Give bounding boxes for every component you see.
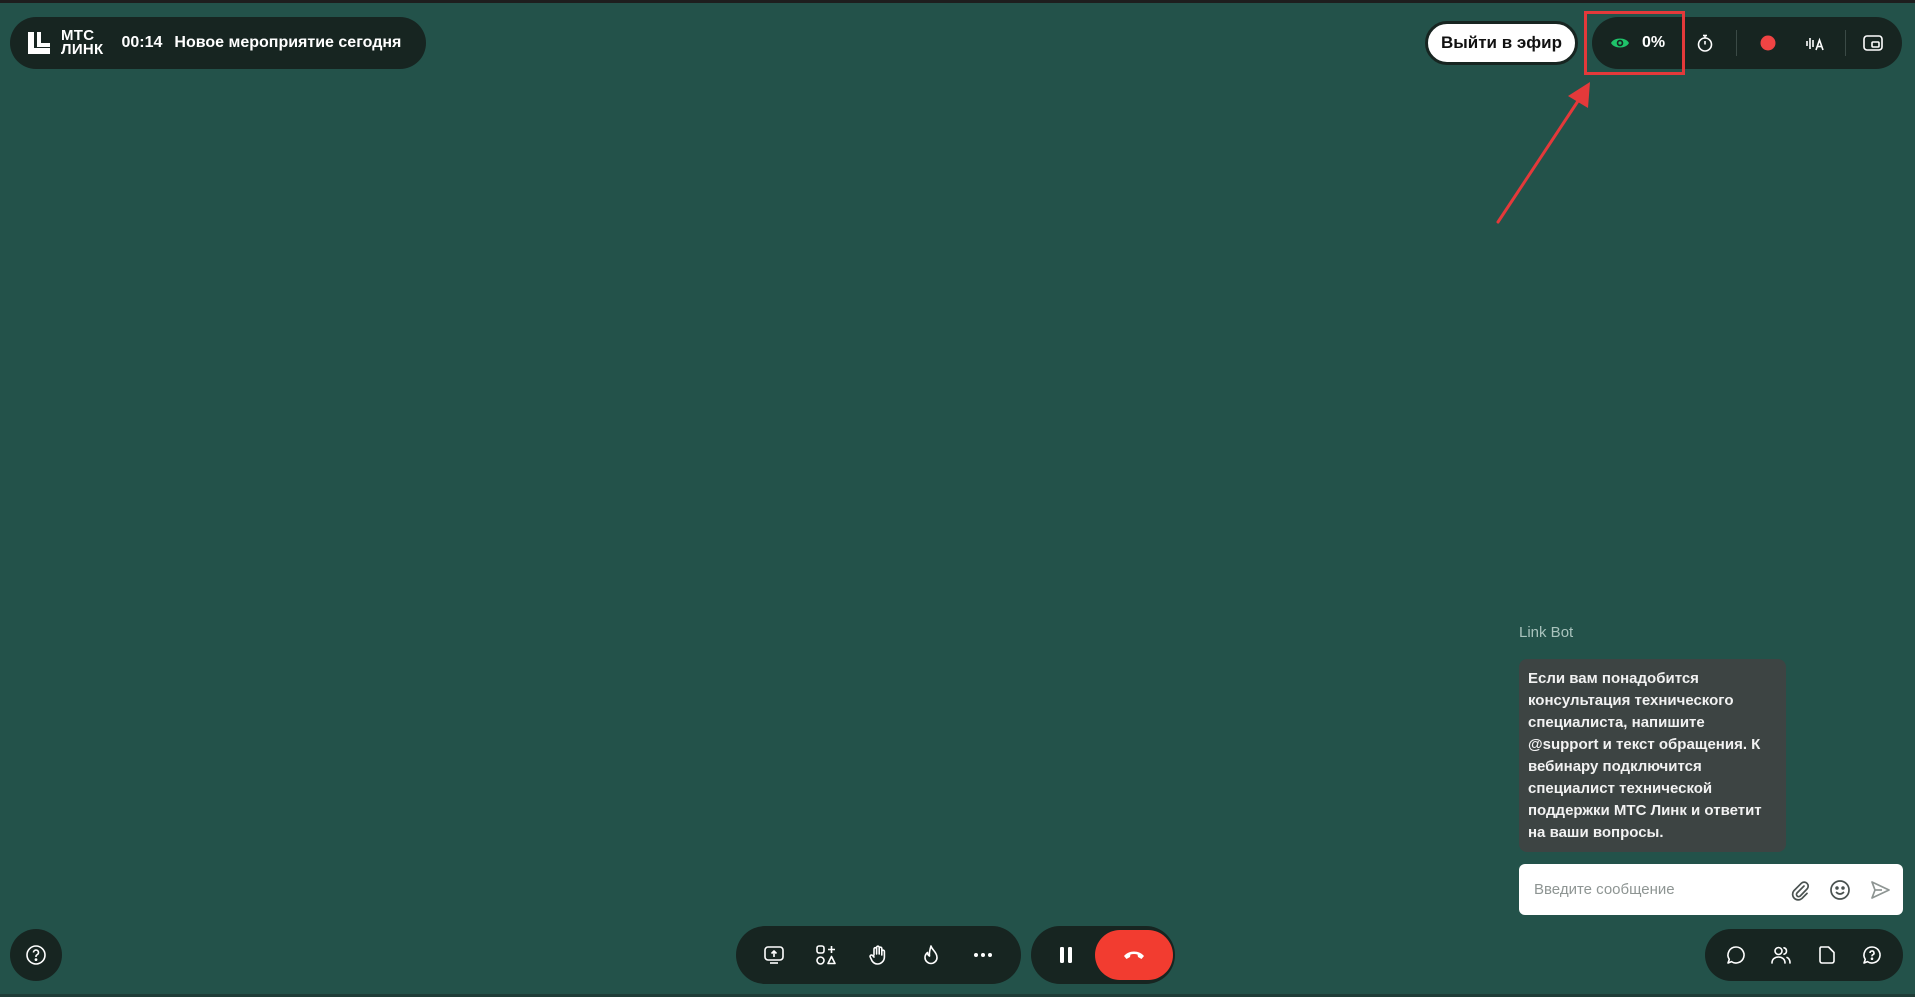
toolbar-divider <box>1736 30 1737 56</box>
go-live-button[interactable]: Выйти в эфир <box>1425 21 1578 65</box>
logo-line-2: ЛИНК <box>61 41 104 58</box>
participants-icon[interactable] <box>1766 940 1796 970</box>
hangup-button[interactable] <box>1095 930 1173 980</box>
event-title[interactable]: Новое мероприятие сегодня <box>174 34 401 52</box>
side-panel-switcher <box>1705 929 1903 981</box>
pause-icon[interactable] <box>1053 942 1079 968</box>
apps-icon[interactable] <box>811 940 841 970</box>
viewers-indicator[interactable]: 0% <box>1610 33 1680 53</box>
reaction-fire-icon[interactable] <box>916 940 946 970</box>
chat-author-name: Link Bot <box>1519 624 1574 641</box>
audio-subtitles-icon[interactable] <box>1803 30 1829 56</box>
session-controls-bar <box>736 926 1021 984</box>
window-top-border <box>0 0 1915 3</box>
chat-input-container <box>1519 864 1903 915</box>
files-icon[interactable] <box>1812 940 1842 970</box>
logo-mark-icon <box>26 30 52 56</box>
call-controls-bar <box>1031 926 1175 984</box>
eye-icon <box>1610 33 1630 53</box>
annotation-arrow <box>1496 82 1590 224</box>
logo-text: МТС ЛИНК <box>61 28 104 58</box>
viewers-percent: 0% <box>1642 34 1666 51</box>
emoji-icon[interactable] <box>1827 877 1853 903</box>
screen-share-icon[interactable] <box>759 940 789 970</box>
stopwatch-icon[interactable] <box>1692 30 1718 56</box>
chat-message-bubble: Если вам понадобится консультация технич… <box>1519 659 1786 852</box>
chat-icon[interactable] <box>1721 940 1751 970</box>
send-icon[interactable] <box>1867 877 1893 903</box>
attach-icon[interactable] <box>1787 877 1813 903</box>
broadcast-tools-bar: 0% <box>1592 17 1902 69</box>
hangup-icon <box>1122 948 1146 962</box>
event-timer: 00:14 <box>121 34 163 51</box>
help-icon <box>25 944 47 966</box>
questions-icon[interactable] <box>1857 940 1887 970</box>
pip-icon[interactable] <box>1860 30 1886 56</box>
toolbar-divider <box>1845 30 1846 56</box>
event-header: МТС ЛИНК 00:14 Новое мероприятие сегодня <box>10 17 426 69</box>
chat-message-input[interactable] <box>1532 880 1773 899</box>
more-icon[interactable] <box>968 940 998 970</box>
record-icon[interactable] <box>1755 30 1781 56</box>
raise-hand-icon[interactable] <box>863 940 893 970</box>
mts-link-logo: МТС ЛИНК <box>26 28 104 58</box>
help-button[interactable] <box>10 929 62 981</box>
